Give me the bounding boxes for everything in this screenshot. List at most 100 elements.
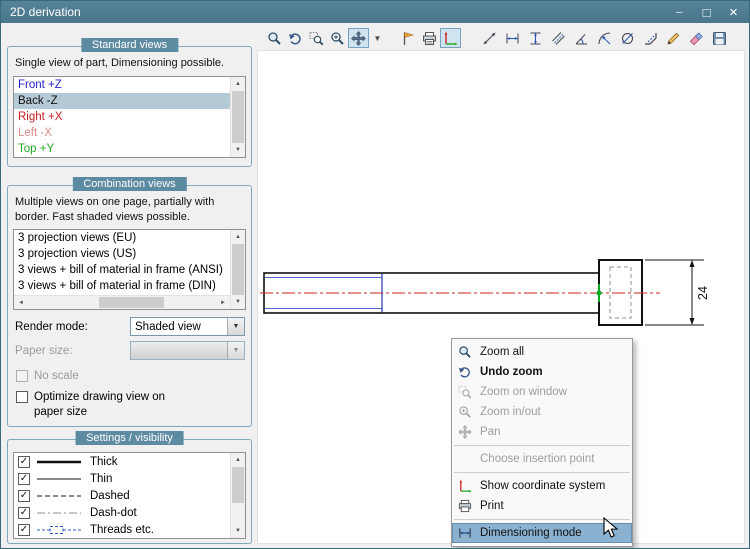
smart-dimension-button[interactable] (478, 28, 501, 48)
menu-item-choose-insertion-point: Choose insertion point (452, 449, 632, 469)
view-item-right-x[interactable]: Right +X (14, 109, 230, 125)
dimension-text: 24 (696, 286, 710, 300)
view-item-top-y[interactable]: Top +Y (14, 141, 230, 157)
combo-item-ansi[interactable]: 3 views + bill of material in frame (ANS… (14, 262, 230, 278)
context-menu: Zoom all Undo zoom Zoom on window Zoom i… (451, 338, 633, 547)
line-setting-label: Thick (90, 455, 118, 468)
optimize-checkbox[interactable] (16, 391, 28, 404)
line-setting-threads[interactable]: Threads etc. (14, 521, 230, 538)
menu-item-label: Show coordinate system (480, 480, 606, 492)
combo-item-din[interactable]: 3 views + bill of material in frame (DIN… (14, 278, 230, 294)
maximize-icon[interactable] (693, 1, 720, 23)
undo-zoom-icon (457, 365, 473, 380)
chamfer-dimension-button[interactable] (639, 28, 662, 48)
menu-item-zoom-all[interactable]: Zoom all (452, 342, 632, 362)
combination-views-group: Combination views Multiple views on one … (7, 177, 252, 427)
line-setting-label: Threads etc. (90, 523, 154, 536)
horizontal-scrollbar[interactable] (14, 295, 230, 310)
render-mode-label: Render mode: (15, 320, 88, 333)
menu-item-print[interactable]: Print (452, 496, 632, 516)
diameter-dimension-button[interactable] (616, 28, 639, 48)
view-item-front-z[interactable]: Front +Z (14, 77, 230, 93)
menu-item-undo-zoom[interactable]: Undo zoom (452, 362, 632, 382)
scroll-thumb[interactable] (232, 467, 244, 503)
render-mode-value: Shaded view (135, 320, 201, 333)
vertical-dimension-button[interactable] (524, 28, 547, 48)
edit-dimension-button[interactable] (662, 28, 685, 48)
menu-item-label: Print (480, 500, 504, 512)
scroll-down-icon[interactable] (231, 295, 245, 309)
scroll-thumb[interactable] (232, 90, 244, 143)
radius-dimension-button[interactable] (593, 28, 616, 48)
scroll-left-icon[interactable] (14, 296, 28, 309)
parallel-dimension-button[interactable] (547, 28, 570, 48)
thin-checkbox[interactable] (18, 473, 30, 485)
save-drawing-button[interactable] (708, 28, 731, 48)
scroll-down-icon[interactable] (231, 143, 245, 157)
scroll-up-icon[interactable] (231, 453, 245, 467)
thick-checkbox[interactable] (18, 456, 30, 468)
line-setting-dash-dot[interactable]: Dash-dot (14, 504, 230, 521)
scroll-thumb[interactable] (232, 244, 244, 296)
view-options-dropdown[interactable] (369, 28, 386, 48)
horizontal-dimension-button[interactable] (501, 28, 524, 48)
thin-line-sample (36, 474, 84, 484)
dash-dot-checkbox[interactable] (18, 507, 30, 519)
line-setting-thin[interactable]: Thin (14, 470, 230, 487)
zoom-all-icon (457, 345, 473, 360)
scroll-right-icon[interactable] (216, 296, 230, 309)
view-item-left-x[interactable]: Left -X (14, 125, 230, 141)
delete-dimension-button[interactable] (685, 28, 708, 48)
paper-size-select (130, 341, 245, 361)
horizontal-dimension-icon (505, 31, 520, 46)
thick-line-sample (36, 457, 84, 467)
line-setting-label: Thin (90, 472, 113, 485)
menu-item-label: Pan (480, 426, 501, 438)
render-mode-select[interactable]: Shaded view (130, 317, 245, 337)
menu-item-show-coordinate-system[interactable]: Show coordinate system (452, 476, 632, 496)
window-controls (666, 1, 747, 23)
no-scale-checkbox (16, 370, 28, 383)
print-icon (422, 31, 437, 46)
line-setting-label: Dashed (90, 489, 130, 502)
scroll-down-icon[interactable] (231, 524, 245, 538)
empty-icon (457, 452, 473, 467)
optimize-row[interactable]: Optimize drawing view on paper size (16, 390, 245, 419)
zoom-all-button[interactable] (264, 28, 285, 48)
close-icon[interactable] (720, 1, 747, 23)
scroll-up-icon[interactable] (231, 77, 245, 91)
line-setting-thick[interactable]: Thick (14, 453, 230, 470)
combo-item-eu[interactable]: 3 projection views (EU) (14, 230, 230, 246)
vertical-scrollbar[interactable] (230, 453, 245, 538)
undo-zoom-icon (288, 31, 303, 46)
view-item-back-z[interactable]: Back -Z (14, 92, 230, 109)
print-button[interactable] (419, 28, 440, 48)
no-scale-row: No scale (16, 369, 245, 383)
threads-checkbox[interactable] (18, 524, 30, 536)
pan-button[interactable] (348, 28, 369, 48)
list-rows: 3 projection views (EU) 3 projection vie… (14, 230, 245, 294)
chevron-down-icon[interactable] (227, 318, 244, 336)
line-setting-dashed[interactable]: Dashed (14, 487, 230, 504)
menu-item-zoom-on-window: Zoom on window (452, 382, 632, 402)
menu-item-label: Choose insertion point (480, 453, 595, 465)
dash-dot-line-sample (36, 508, 84, 518)
combination-views-title: Combination views (72, 177, 187, 191)
vertical-dimension-icon (528, 31, 543, 46)
titlebar[interactable]: 2D derivation (1, 1, 749, 23)
pan-icon (457, 425, 473, 440)
scroll-thumb[interactable] (99, 297, 164, 309)
minimize-icon[interactable] (666, 1, 693, 23)
zoom-on-window-button[interactable] (306, 28, 327, 48)
choose-insertion-point-button[interactable] (398, 28, 419, 48)
show-coordinate-system-button[interactable] (440, 28, 461, 48)
scroll-up-icon[interactable] (231, 230, 245, 244)
zoom-in-out-button[interactable] (327, 28, 348, 48)
angle-dimension-button[interactable] (570, 28, 593, 48)
vertical-scrollbar[interactable] (230, 230, 245, 310)
combo-item-us[interactable]: 3 projection views (US) (14, 246, 230, 262)
undo-zoom-button[interactable] (285, 28, 306, 48)
zoom-all-icon (267, 31, 282, 46)
dashed-checkbox[interactable] (18, 490, 30, 502)
vertical-scrollbar[interactable] (230, 76, 245, 157)
